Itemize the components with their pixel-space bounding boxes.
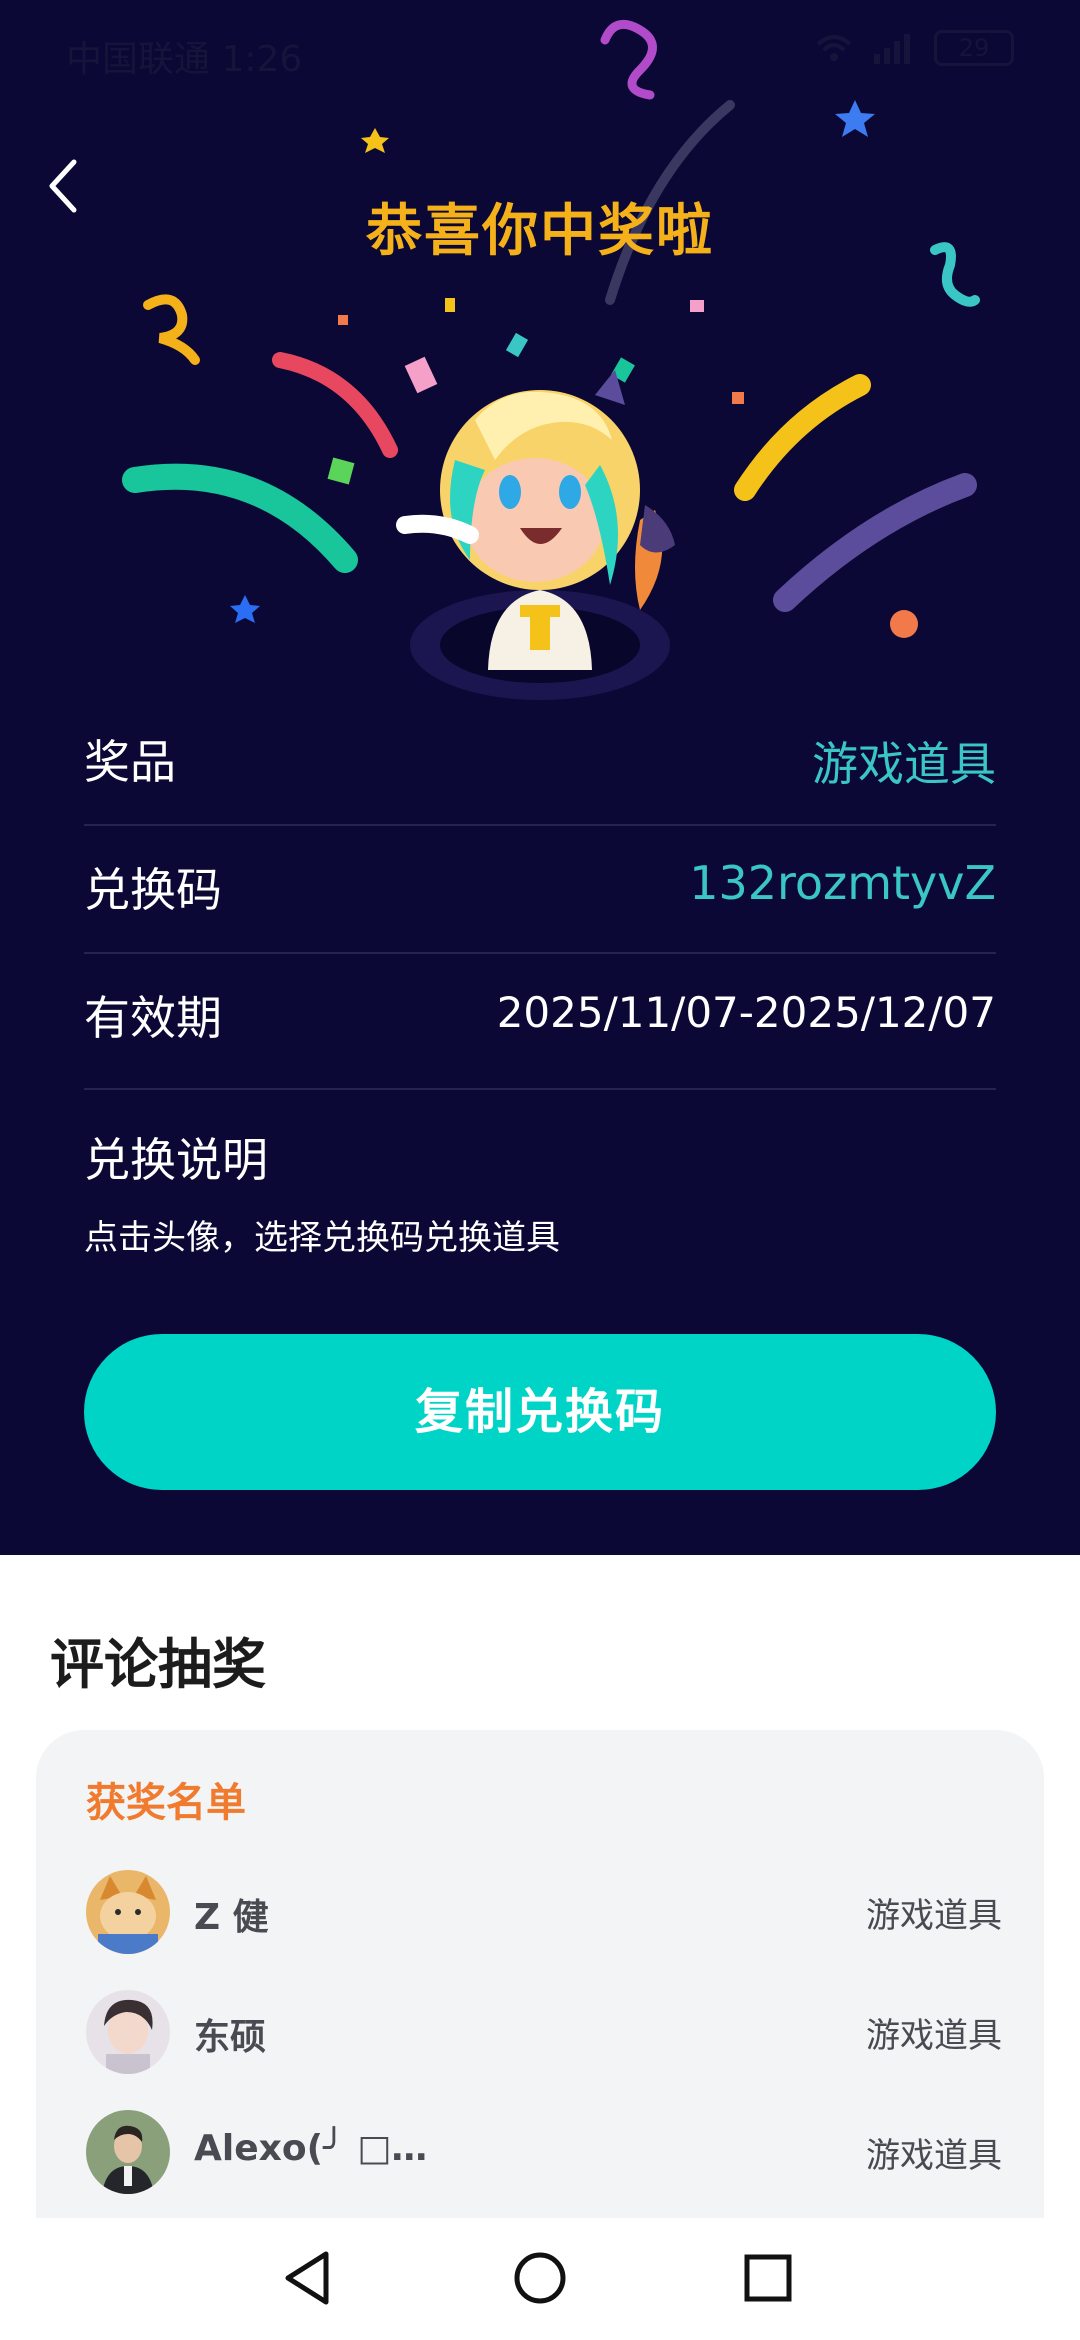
code-label: 兑换码 (84, 863, 222, 917)
system-navigation-bar (0, 2218, 1080, 2340)
nav-back-icon[interactable] (270, 2238, 350, 2318)
prize-hero-section: 中国联通 1:26 29 恭喜你中奖啦 奖品 游戏道具 兑换码 132rozmt… (0, 0, 1080, 1555)
winner-row[interactable]: 东硕 游戏道具 (86, 1990, 1002, 2086)
winner-prize: 游戏道具 (866, 2016, 1002, 2056)
winners-card: 获奖名单 Z 健 游戏道具 东硕 游戏道具 Alexo(╯ □… 游戏道具 (36, 1730, 1044, 2270)
winner-row[interactable]: Z 健 游戏道具 (86, 1870, 1002, 1966)
instructions-text: 点击头像，选择兑换码兑换道具 (84, 1218, 560, 1258)
page-title: 恭喜你中奖啦 (366, 199, 714, 264)
winner-row[interactable]: Alexo(╯ □… 游戏道具 (86, 2110, 1002, 2206)
comment-lottery-title: 评论抽奖 (50, 1633, 266, 1696)
winner-name: Z 健 (194, 1897, 269, 1938)
avatar[interactable] (86, 1990, 170, 2074)
winner-name: 东硕 (194, 2017, 267, 2058)
instructions-title: 兑换说明 (84, 1133, 268, 1187)
winner-prize: 游戏道具 (866, 1896, 1002, 1936)
winner-name: Alexo(╯ □… (194, 2128, 428, 2169)
prize-row: 奖品 游戏道具 (84, 696, 996, 826)
avatar[interactable] (86, 1870, 170, 1954)
code-row: 兑换码 132rozmtyvZ (84, 824, 996, 954)
validity-label: 有效期 (84, 991, 222, 1045)
avatar[interactable] (86, 2110, 170, 2194)
nav-recents-icon[interactable] (728, 2238, 808, 2318)
validity-row: 有效期 2025/11/07-2025/12/07 (84, 952, 996, 1090)
nav-home-icon[interactable] (500, 2238, 580, 2318)
copy-code-button[interactable]: 复制兑换码 (84, 1334, 996, 1490)
prize-value: 游戏道具 (812, 737, 996, 791)
celebration-illustration (122, 19, 980, 700)
validity-value: 2025/11/07-2025/12/07 (496, 988, 996, 1037)
winner-prize: 游戏道具 (866, 2136, 1002, 2176)
prize-label: 奖品 (84, 735, 176, 789)
winners-heading: 获奖名单 (86, 1780, 246, 1826)
redeem-code-value: 132rozmtyvZ (689, 856, 996, 910)
